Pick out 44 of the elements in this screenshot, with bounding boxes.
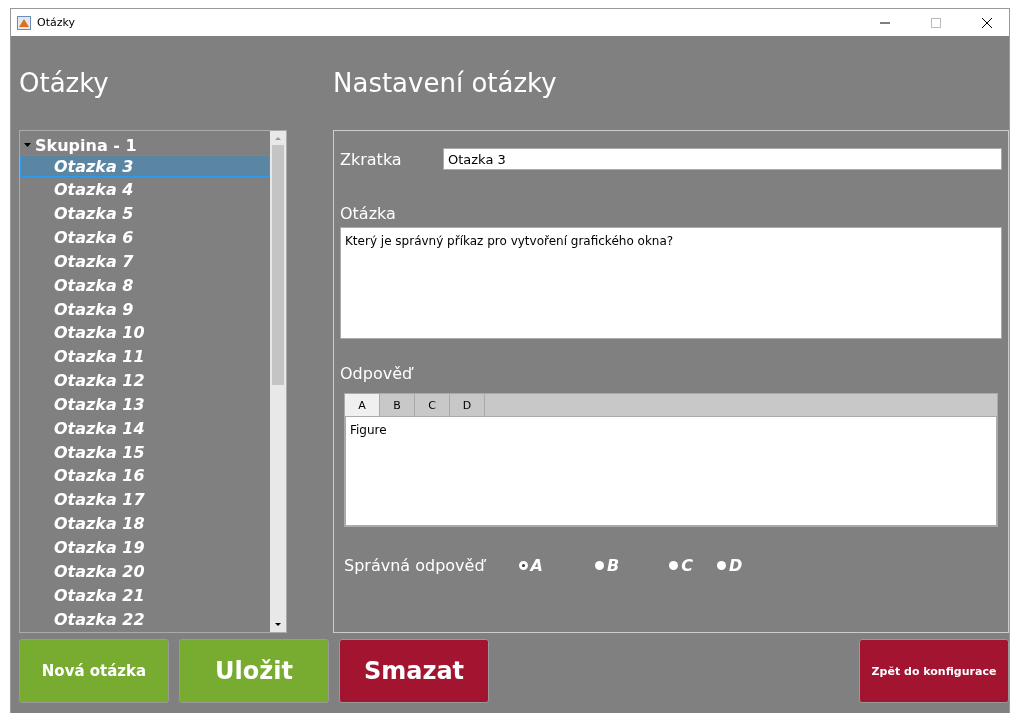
scrollbar[interactable] [270,131,286,632]
close-icon[interactable] [981,17,992,28]
action-button[interactable]: Smazat [339,639,489,703]
answer-radio[interactable]: D [716,555,743,575]
tree-item[interactable]: Otazka 13 [20,393,270,416]
tree-item[interactable]: Otazka 10 [20,321,270,344]
answer-radio[interactable]: A [518,555,543,575]
window-title: Otázky [37,16,76,29]
answer-radio[interactable]: C [669,555,693,575]
action-button[interactable]: Uložit [179,639,329,703]
tree-item[interactable]: Otazka 11 [20,345,270,368]
action-button[interactable]: Zpět do konfigurace [859,639,1009,703]
answer-radio[interactable]: B [594,555,620,575]
answer-tab[interactable]: A [345,394,380,416]
field-label: Správná odpověď [344,555,485,575]
field-label: Zkratka [340,149,403,169]
tree-item[interactable]: Otazka 15 [20,441,270,464]
tree-item[interactable]: Otazka 7 [20,250,270,273]
tree-item[interactable]: Otazka 16 [20,464,270,487]
tree-item[interactable]: Otazka 22 [20,608,270,631]
panel-heading: Nastavení otázky [333,67,558,100]
tree-item[interactable]: Otazka 12 [20,369,270,392]
tree-item[interactable]: Otazka 20 [20,560,270,583]
shortcut-field[interactable]: Otazka 3 [443,148,1002,170]
tree-item[interactable]: Otazka 14 [20,417,270,440]
tree-item[interactable]: Otazka 5 [20,202,270,225]
tree-item[interactable]: Otazka 8 [20,274,270,297]
tree-item[interactable]: Otazka 21 [20,584,270,607]
tree-item[interactable]: Otazka 4 [20,178,270,201]
tree-item[interactable]: Otazka 9 [20,298,270,321]
tree-item[interactable]: Otazka 18 [20,512,270,535]
expand-caret-icon[interactable] [24,141,31,149]
tree-item[interactable]: Otazka 3 [20,155,270,177]
field-label: Otázka [340,203,396,223]
action-button[interactable]: Nová otázka [19,639,169,703]
group-label[interactable]: Skupina - 1 [35,135,137,155]
tree-item[interactable]: Otazka 17 [20,488,270,511]
tree-item[interactable]: Otazka 19 [20,536,270,559]
question-field[interactable]: Který je správný příkaz pro vytvoření grafického okna? [340,227,1002,339]
answer-field[interactable]: Figure [345,416,997,526]
tree-item[interactable]: Otazka 6 [20,226,270,249]
app-icon [17,15,31,30]
field-label: Odpověď [340,363,413,383]
panel-heading: Otázky [19,67,110,100]
